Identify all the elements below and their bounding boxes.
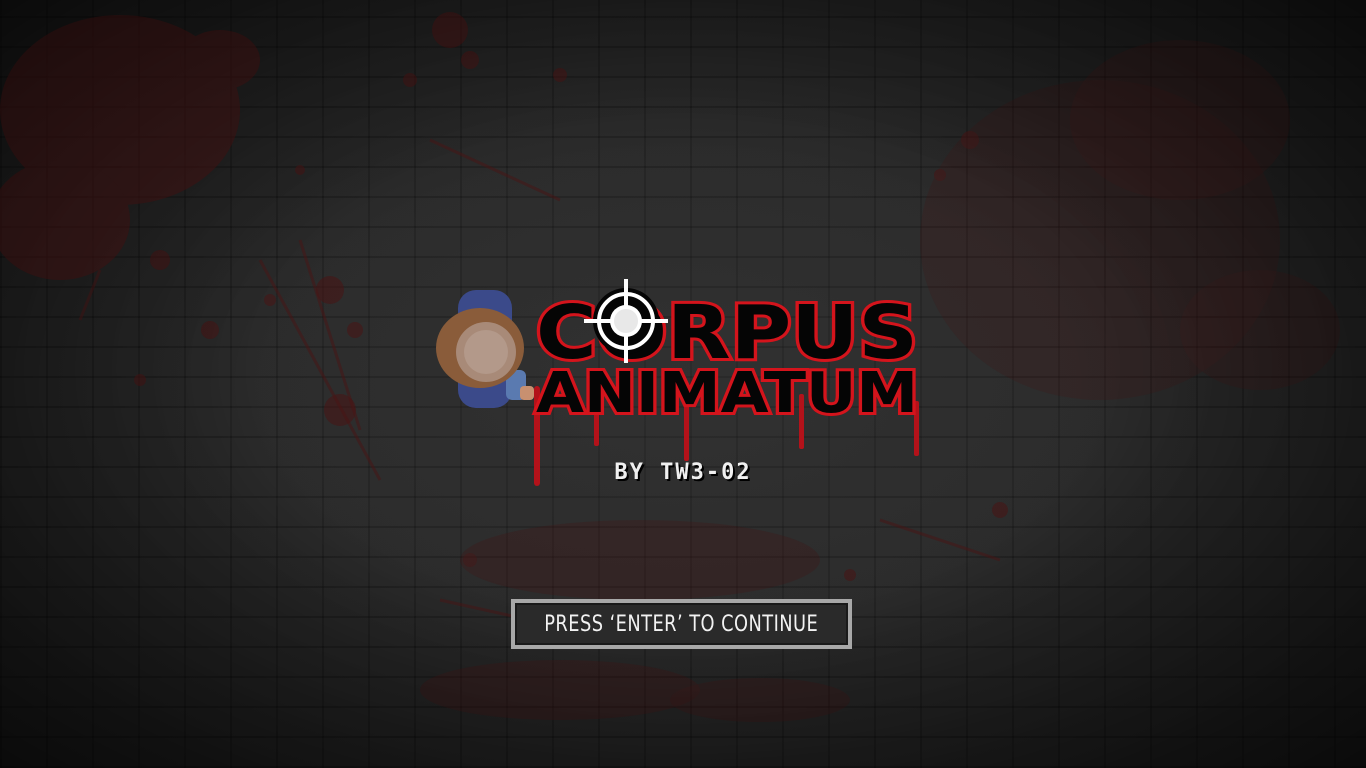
press-enter-to-continue-button[interactable]: PRESS ‘ENTER’ TO CONTINUE — [511, 599, 852, 649]
title-screen: CORPUS ANIMATUM BY TW3-02 PRESS ‘ENTER’ … — [0, 0, 1366, 768]
logo-title-line2: ANIMATUM — [536, 361, 918, 426]
continue-button-inner[interactable]: PRESS ‘ENTER’ TO CONTINUE — [515, 603, 848, 645]
studio-credit: BY TW3-02 — [614, 460, 752, 485]
player-character-icon — [436, 290, 534, 408]
continue-button-label: PRESS ‘ENTER’ TO CONTINUE — [544, 611, 819, 637]
